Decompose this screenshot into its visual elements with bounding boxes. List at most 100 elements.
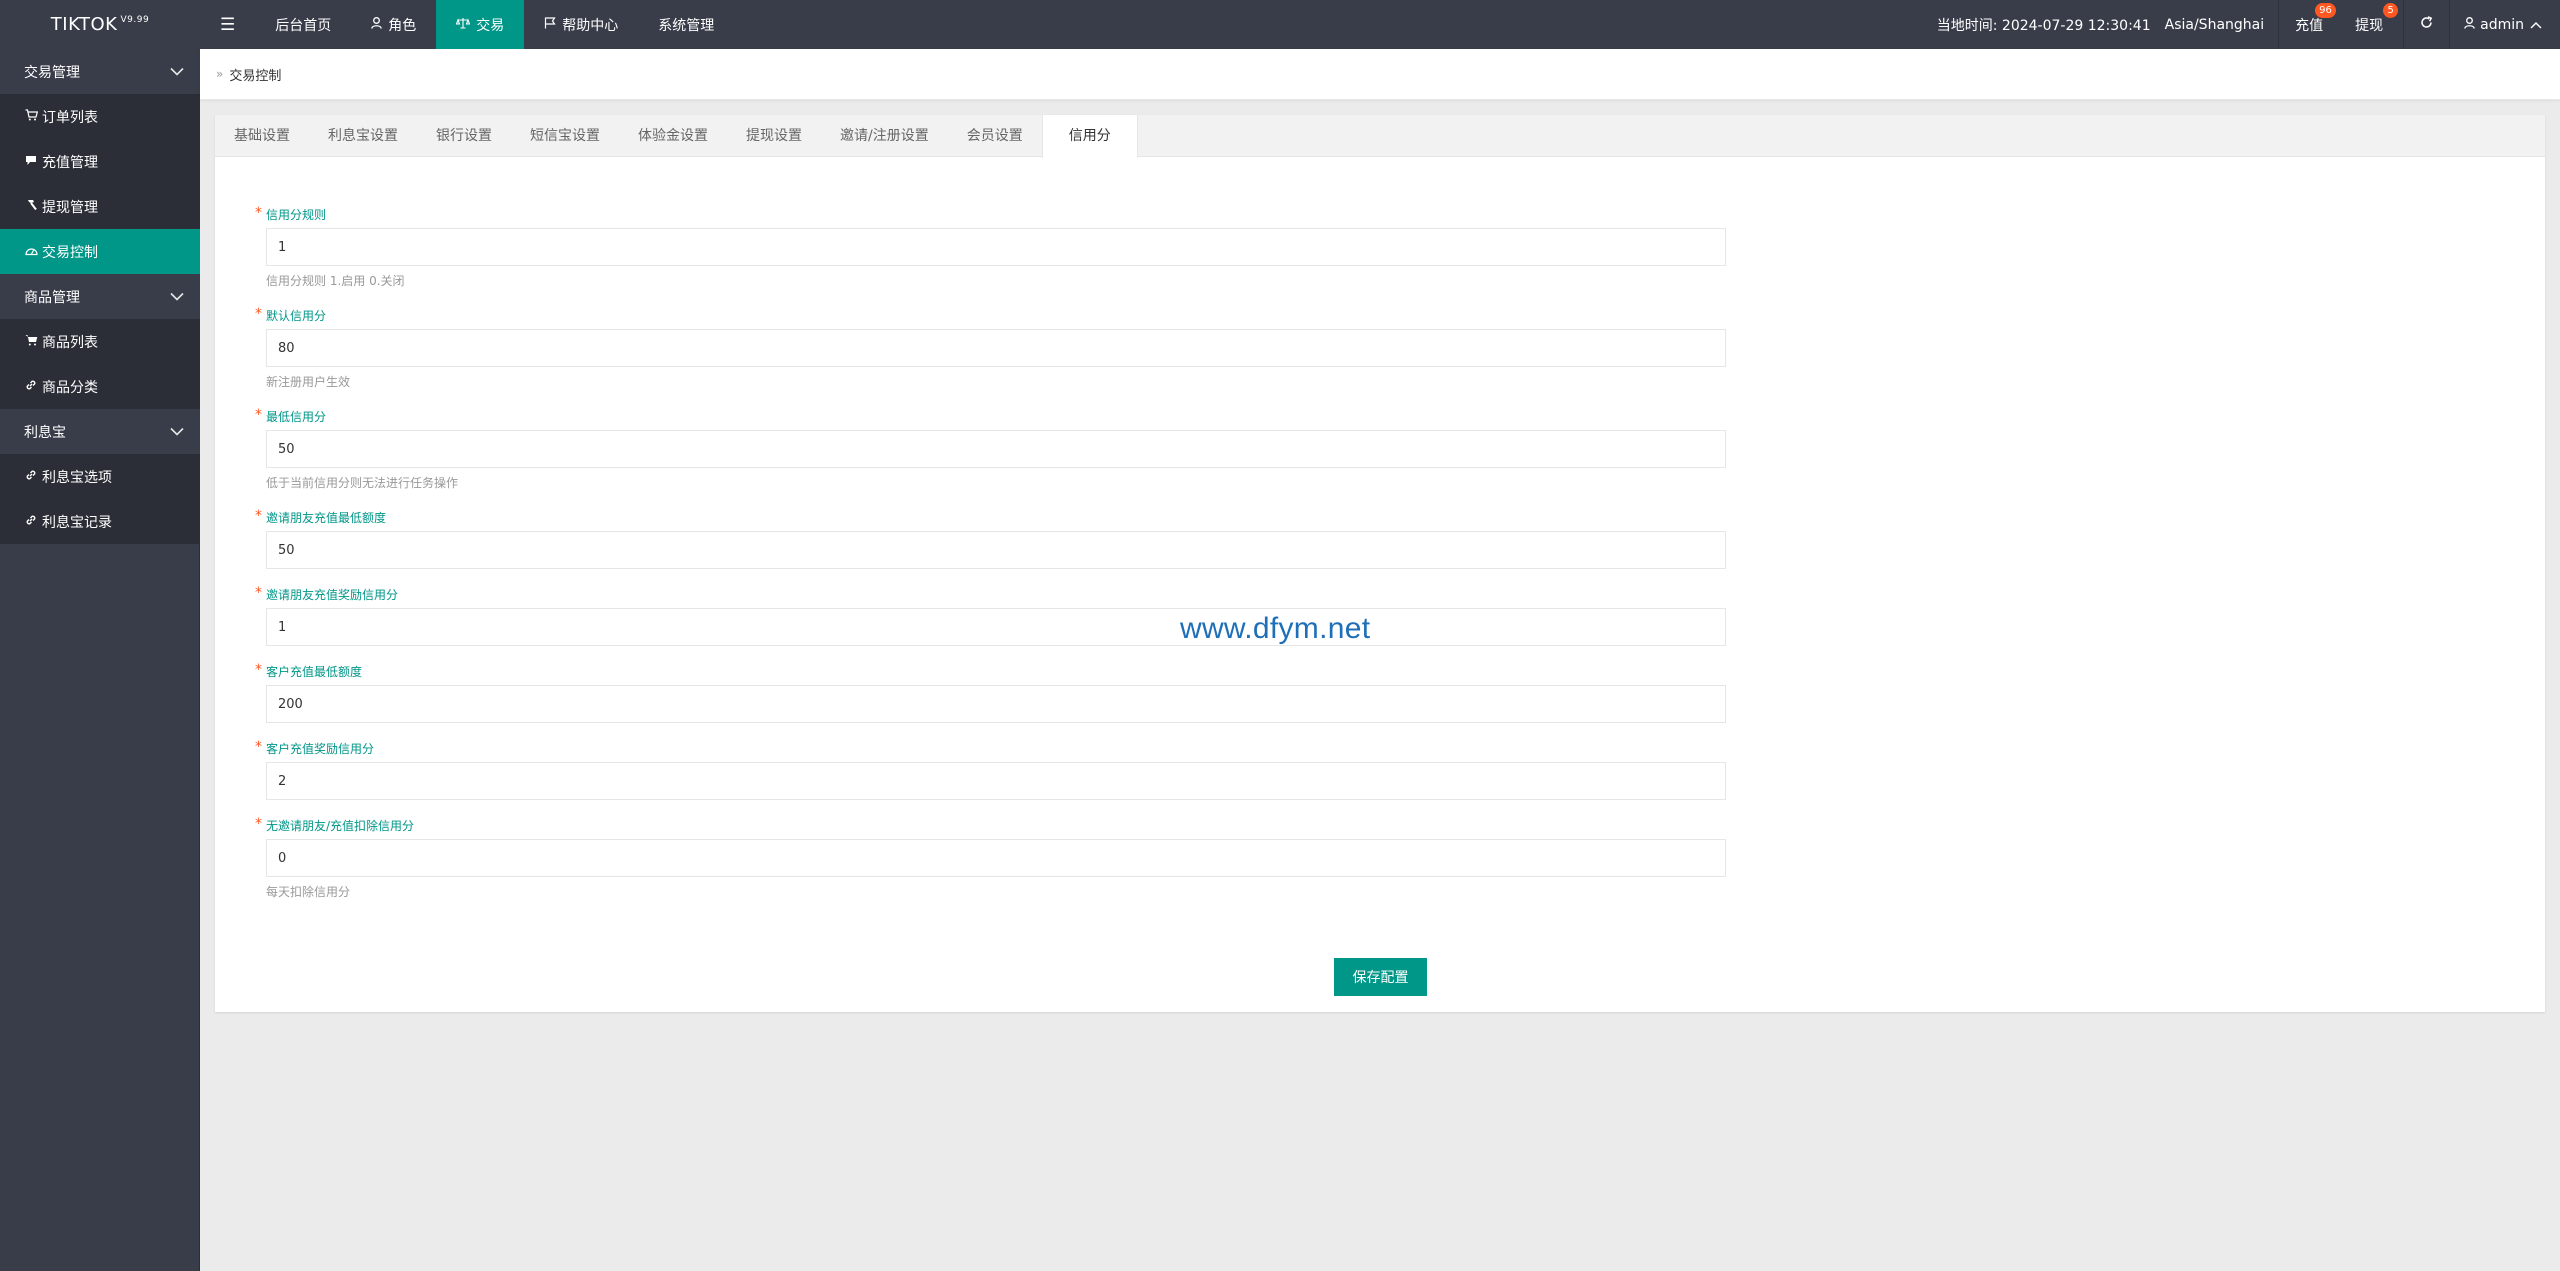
field-label: * 最低信用分 bbox=[255, 407, 1740, 425]
sidebar-group-interest[interactable]: 利息宝 bbox=[0, 409, 200, 454]
required-mark: * bbox=[255, 306, 262, 322]
invite-min-recharge-input[interactable] bbox=[266, 531, 1726, 569]
sidebar-item-order-list[interactable]: 订单列表 bbox=[0, 94, 200, 139]
hammer-icon bbox=[25, 199, 42, 214]
sidebar-item-goods-list[interactable]: 商品列表 bbox=[0, 319, 200, 364]
required-mark: * bbox=[255, 205, 262, 221]
field-label-text: 邀请朋友充值最低额度 bbox=[266, 511, 387, 525]
nav-item-role[interactable]: 角色 bbox=[351, 0, 436, 49]
tab-sms-settings[interactable]: 短信宝设置 bbox=[511, 115, 619, 157]
field-label-text: 无邀请朋友/充值扣除信用分 bbox=[266, 819, 415, 833]
form-field-invite-reward-credit: * 邀请朋友充值奖励信用分 bbox=[255, 585, 1740, 646]
field-tip: 新注册用户生效 bbox=[266, 375, 351, 389]
invite-reward-credit-input[interactable] bbox=[266, 608, 1726, 646]
scale-icon bbox=[455, 17, 471, 33]
menu-toggle-button[interactable]: ☰ bbox=[200, 0, 255, 49]
sidebar-item-trade-control[interactable]: 交易控制 bbox=[0, 229, 200, 274]
link-icon bbox=[25, 514, 42, 529]
nav-item-label: 系统管理 bbox=[658, 17, 715, 34]
refresh-button[interactable] bbox=[2404, 0, 2449, 49]
sidebar: 交易管理 订单列表 充值管理 提现管理 交易控制 商品管理 商品列表 商品分类 … bbox=[0, 49, 200, 1271]
watermark-text: www.dfym.net bbox=[1180, 612, 1371, 645]
menu-icon: ☰ bbox=[220, 14, 236, 35]
tab-bank-settings[interactable]: 银行设置 bbox=[417, 115, 511, 157]
top-right-area: 当地时间: 2024-07-29 12:30:41 Asia/Shanghai … bbox=[1937, 0, 2560, 49]
withdraw-label: 提现 bbox=[2355, 17, 2384, 34]
field-label-text: 客户充值最低额度 bbox=[266, 665, 363, 679]
timezone-label: Asia/Shanghai bbox=[2164, 16, 2265, 33]
nav-item-label: 帮助中心 bbox=[562, 17, 619, 34]
breadcrumb-current[interactable]: 交易控制 bbox=[229, 65, 281, 84]
nav-item-label: 后台首页 bbox=[275, 17, 332, 34]
link-icon bbox=[25, 469, 42, 484]
brand-version: V9.99 bbox=[120, 14, 150, 25]
form-field-invite-min-recharge: * 邀请朋友充值最低额度 bbox=[255, 508, 1740, 569]
brand-name: TIKTOK bbox=[50, 14, 118, 35]
settings-tabs: 基础设置 利息宝设置 银行设置 短信宝设置 体验金设置 提现设置 邀请/注册设置… bbox=[215, 115, 2545, 158]
form-field-credit-rule: * 信用分规则 信用分规则 1.启用 0.关闭 bbox=[255, 205, 1740, 289]
sidebar-item-withdraw[interactable]: 提现管理 bbox=[0, 184, 200, 229]
local-time: 当地时间: 2024-07-29 12:30:41 Asia/Shanghai bbox=[1937, 0, 2278, 49]
save-config-button[interactable]: 保存配置 bbox=[1334, 958, 1427, 996]
sidebar-item-goods-category[interactable]: 商品分类 bbox=[0, 364, 200, 409]
customer-reward-credit-input[interactable] bbox=[266, 762, 1726, 800]
sidebar-item-interest-options[interactable]: 利息宝选项 bbox=[0, 454, 200, 499]
link-icon bbox=[25, 379, 42, 394]
tab-interest-settings[interactable]: 利息宝设置 bbox=[309, 115, 417, 157]
field-label-text: 默认信用分 bbox=[266, 309, 327, 323]
default-credit-input[interactable] bbox=[266, 329, 1726, 367]
local-time-label: 当地时间: 2024-07-29 12:30:41 bbox=[1936, 17, 2151, 34]
sidebar-item-label: 提现管理 bbox=[42, 199, 98, 216]
sidebar-group-label: 利息宝 bbox=[24, 424, 66, 441]
sidebar-item-interest-records[interactable]: 利息宝记录 bbox=[0, 499, 200, 544]
chevron-up-icon bbox=[2530, 17, 2542, 33]
nav-item-trade[interactable]: 交易 bbox=[436, 0, 525, 49]
sidebar-group-goods[interactable]: 商品管理 bbox=[0, 274, 200, 319]
nav-item-system[interactable]: 系统管理 bbox=[638, 0, 734, 49]
required-mark: * bbox=[255, 508, 262, 524]
tab-withdraw-settings[interactable]: 提现设置 bbox=[727, 115, 821, 157]
flag-icon bbox=[544, 16, 556, 33]
field-label: * 邀请朋友充值最低额度 bbox=[255, 508, 1740, 526]
required-mark: * bbox=[255, 816, 262, 832]
tab-credit-score[interactable]: 信用分 bbox=[1041, 115, 1138, 158]
user-menu[interactable]: admin bbox=[2450, 0, 2560, 49]
user-icon bbox=[371, 16, 383, 33]
field-label: * 客户充值最低额度 bbox=[255, 662, 1740, 680]
tab-trial-fund-settings[interactable]: 体验金设置 bbox=[619, 115, 727, 157]
sidebar-item-label: 利息宝记录 bbox=[42, 514, 112, 531]
field-label-text: 信用分规则 bbox=[266, 208, 327, 222]
credit-rule-input[interactable] bbox=[266, 228, 1726, 266]
deduct-credit-input[interactable] bbox=[266, 839, 1726, 877]
sidebar-group-label: 商品管理 bbox=[24, 289, 80, 306]
field-tip: 信用分规则 1.启用 0.关闭 bbox=[266, 274, 405, 288]
form-field-customer-min-recharge: * 客户充值最低额度 bbox=[255, 662, 1740, 723]
customer-min-recharge-input[interactable] bbox=[266, 685, 1726, 723]
field-label: * 无邀请朋友/充值扣除信用分 bbox=[255, 816, 1740, 834]
sidebar-item-label: 商品分类 bbox=[42, 379, 98, 396]
sidebar-item-label: 订单列表 bbox=[42, 109, 98, 126]
nav-item-home[interactable]: 后台首页 bbox=[255, 0, 351, 49]
tab-basic-settings[interactable]: 基础设置 bbox=[215, 115, 309, 157]
tab-invite-register-settings[interactable]: 邀请/注册设置 bbox=[821, 115, 948, 157]
recharge-button[interactable]: 充值 96 bbox=[2279, 0, 2343, 49]
user-name: admin bbox=[2480, 16, 2524, 33]
sidebar-group-trade[interactable]: 交易管理 bbox=[0, 49, 200, 94]
min-credit-input[interactable] bbox=[266, 430, 1726, 468]
sidebar-background bbox=[0, 544, 200, 1271]
dashboard-icon bbox=[25, 245, 42, 259]
sidebar-item-label: 充值管理 bbox=[42, 154, 98, 171]
required-mark: * bbox=[255, 739, 262, 755]
field-label-text: 最低信用分 bbox=[266, 410, 327, 424]
nav-item-help[interactable]: 帮助中心 bbox=[524, 0, 638, 49]
field-label: * 客户充值奖励信用分 bbox=[255, 739, 1740, 757]
double-chevron-right-icon: » bbox=[216, 67, 224, 81]
withdraw-button[interactable]: 提现 5 bbox=[2343, 0, 2403, 49]
sidebar-item-label: 交易控制 bbox=[42, 244, 98, 261]
sidebar-item-recharge[interactable]: 充值管理 bbox=[0, 139, 200, 184]
field-label: * 默认信用分 bbox=[255, 306, 1740, 324]
chevron-down-icon bbox=[170, 64, 184, 80]
tab-member-settings[interactable]: 会员设置 bbox=[948, 115, 1042, 157]
brand-logo[interactable]: TIKTOK V9.99 bbox=[0, 0, 200, 49]
form-field-min-credit: * 最低信用分 低于当前信用分则无法进行任务操作 bbox=[255, 407, 1740, 491]
